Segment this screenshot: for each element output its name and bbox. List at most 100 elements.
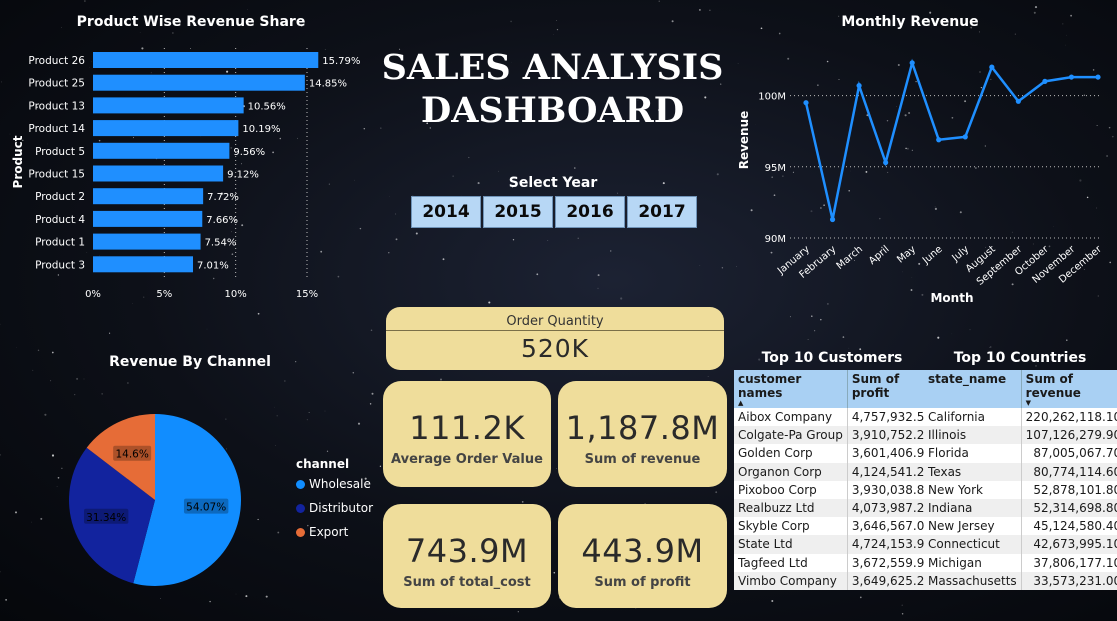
sum-of-revenue-header[interactable]: Sum of revenue ▼ xyxy=(1021,370,1117,408)
country-row[interactable]: Illinois 107,126,279.90 xyxy=(924,426,1117,445)
bar xyxy=(93,256,194,273)
country-value-cell: 52,314,698.80 xyxy=(1021,498,1117,518)
star xyxy=(859,596,862,599)
country-row[interactable]: California 220,262,118.10 xyxy=(924,408,1117,427)
customer-names-header[interactable]: customer names ▲ xyxy=(734,370,848,408)
data-label: 15.79% xyxy=(322,56,360,67)
star xyxy=(707,376,709,377)
star xyxy=(31,521,32,523)
x-tick-label: June xyxy=(920,244,945,267)
top-customers-table[interactable]: customer names ▲ Sum of profit Aibox Comp… xyxy=(734,370,938,590)
country-row[interactable]: Michigan 37,806,177.10 xyxy=(924,553,1117,572)
export-dot-icon xyxy=(296,527,305,537)
country-value-cell: 87,005,067.70 xyxy=(1021,444,1117,463)
country-row[interactable]: Indiana 52,314,698.80 xyxy=(924,498,1117,518)
year-button-2016[interactable]: 2016 xyxy=(555,196,625,228)
x-tick-label: May xyxy=(895,244,918,266)
star xyxy=(415,232,418,235)
category-label: Product 4 xyxy=(35,214,85,226)
star xyxy=(468,156,470,159)
bar xyxy=(93,52,319,68)
category-label: Product 5 xyxy=(35,146,85,158)
country-row[interactable]: Connecticut 42,673,995.10 xyxy=(924,535,1117,554)
data-point xyxy=(829,216,836,223)
country-row[interactable]: New York 52,878,101.80 xyxy=(924,480,1117,499)
country-row[interactable]: Massachusetts 33,573,231.00 xyxy=(924,571,1117,590)
top-countries-table[interactable]: state_name Sum of revenue ▼ California 220… xyxy=(924,370,1117,590)
year-button-2017[interactable]: 2017 xyxy=(627,196,697,228)
data-point xyxy=(1068,74,1075,80)
star xyxy=(257,518,259,521)
star xyxy=(324,410,326,412)
legend-item-distributor[interactable]: Distributor xyxy=(296,501,373,515)
star xyxy=(326,450,329,452)
country-row[interactable]: New Jersey 45,124,580.40 xyxy=(924,517,1117,536)
dashboard-title-line1: SALES ANALYSIS xyxy=(381,47,724,88)
customer-name-cell: Golden Corp xyxy=(734,444,848,463)
y-tick-label: 95M xyxy=(765,163,786,174)
customer-row[interactable]: Pixoboo Corp 3,930,038.83 xyxy=(734,480,938,499)
star xyxy=(547,240,549,241)
customer-row[interactable]: Golden Corp 3,601,406.91 xyxy=(734,444,938,463)
star xyxy=(671,20,674,23)
bar xyxy=(93,142,230,159)
category-label: Product 15 xyxy=(28,169,85,181)
customer-row[interactable]: Organon Corp 4,124,541.24 xyxy=(734,462,938,481)
country-name-cell: Texas xyxy=(924,462,1022,481)
customer-row[interactable]: Vimbo Company 3,649,625.21 xyxy=(734,571,938,590)
year-slicer: 2014 2015 2016 2017 xyxy=(411,196,699,228)
data-point xyxy=(936,137,942,143)
dashboard-title: SALES ANALYSIS DASHBOARD xyxy=(380,46,725,132)
star xyxy=(0,571,1,573)
star xyxy=(370,329,373,331)
data-label: 10.19% xyxy=(242,124,280,135)
year-button-2015[interactable]: 2015 xyxy=(483,196,553,228)
country-value-cell: 107,126,279.90 xyxy=(1021,426,1117,445)
star xyxy=(789,316,791,318)
customer-row[interactable]: Tagfeed Ltd 3,672,559.98 xyxy=(734,553,938,572)
bar xyxy=(93,120,239,137)
country-name-cell: Michigan xyxy=(924,553,1022,572)
profit-label: Sum of profit xyxy=(594,575,691,590)
customer-row[interactable]: Realbuzz Ltd 4,073,987.26 xyxy=(734,498,938,518)
star xyxy=(395,238,398,241)
data-label: 54.07% xyxy=(186,502,226,514)
data-label: 7.54% xyxy=(205,238,237,249)
product-revenue-bar-chart[interactable]: Product 0% 5% 10% 15% Product 26 15.79% Product… xyxy=(0,40,372,305)
star xyxy=(160,598,161,599)
revenue-by-channel-pie-chart[interactable]: 54.07% 31.34% 14.6% xyxy=(60,405,250,595)
star xyxy=(969,329,971,331)
star xyxy=(577,237,579,239)
data-point xyxy=(989,64,995,70)
country-name-cell: Indiana xyxy=(924,498,1022,518)
star xyxy=(715,491,718,494)
x-tick-label: April xyxy=(867,244,892,267)
country-row[interactable]: Florida 87,005,067.70 xyxy=(924,444,1117,463)
customer-row[interactable]: Skyble Corp 3,646,567.06 xyxy=(734,517,938,536)
dashboard-title-line2: DASHBOARD xyxy=(420,90,685,131)
customer-row[interactable]: Colgate-Pa Group 3,910,752.21 xyxy=(734,426,938,445)
state-name-header[interactable]: state_name xyxy=(924,370,1022,408)
country-value-cell: 80,774,114.60 xyxy=(1021,462,1117,481)
legend-item-export[interactable]: Export xyxy=(296,525,373,539)
star xyxy=(284,380,286,382)
bar xyxy=(93,210,203,227)
star xyxy=(275,444,276,446)
monthly-revenue-line-chart[interactable]: 90M95M100MRevenueMonthJanuaryFebruaryMar… xyxy=(730,40,1115,310)
data-point xyxy=(883,159,889,166)
star xyxy=(807,339,809,340)
country-row[interactable]: Texas 80,774,114.60 xyxy=(924,462,1117,481)
category-label: Product 2 xyxy=(35,191,85,203)
line-chart-title: Monthly Revenue xyxy=(841,14,979,30)
data-point xyxy=(1042,78,1048,84)
x-tick-label: 10% xyxy=(225,289,247,300)
year-button-2014[interactable]: 2014 xyxy=(411,196,481,228)
star xyxy=(699,265,701,266)
y-axis-label: Revenue xyxy=(737,111,751,170)
customer-row[interactable]: State Ltd 4,724,153.92 xyxy=(734,535,938,554)
country-value-cell: 42,673,995.10 xyxy=(1021,535,1117,554)
star xyxy=(778,32,781,35)
customer-row[interactable]: Aibox Company 4,757,932.51 xyxy=(734,408,938,427)
top-countries-title: Top 10 Countries xyxy=(953,350,1087,366)
legend-item-wholesale[interactable]: Wholesale xyxy=(296,477,373,491)
